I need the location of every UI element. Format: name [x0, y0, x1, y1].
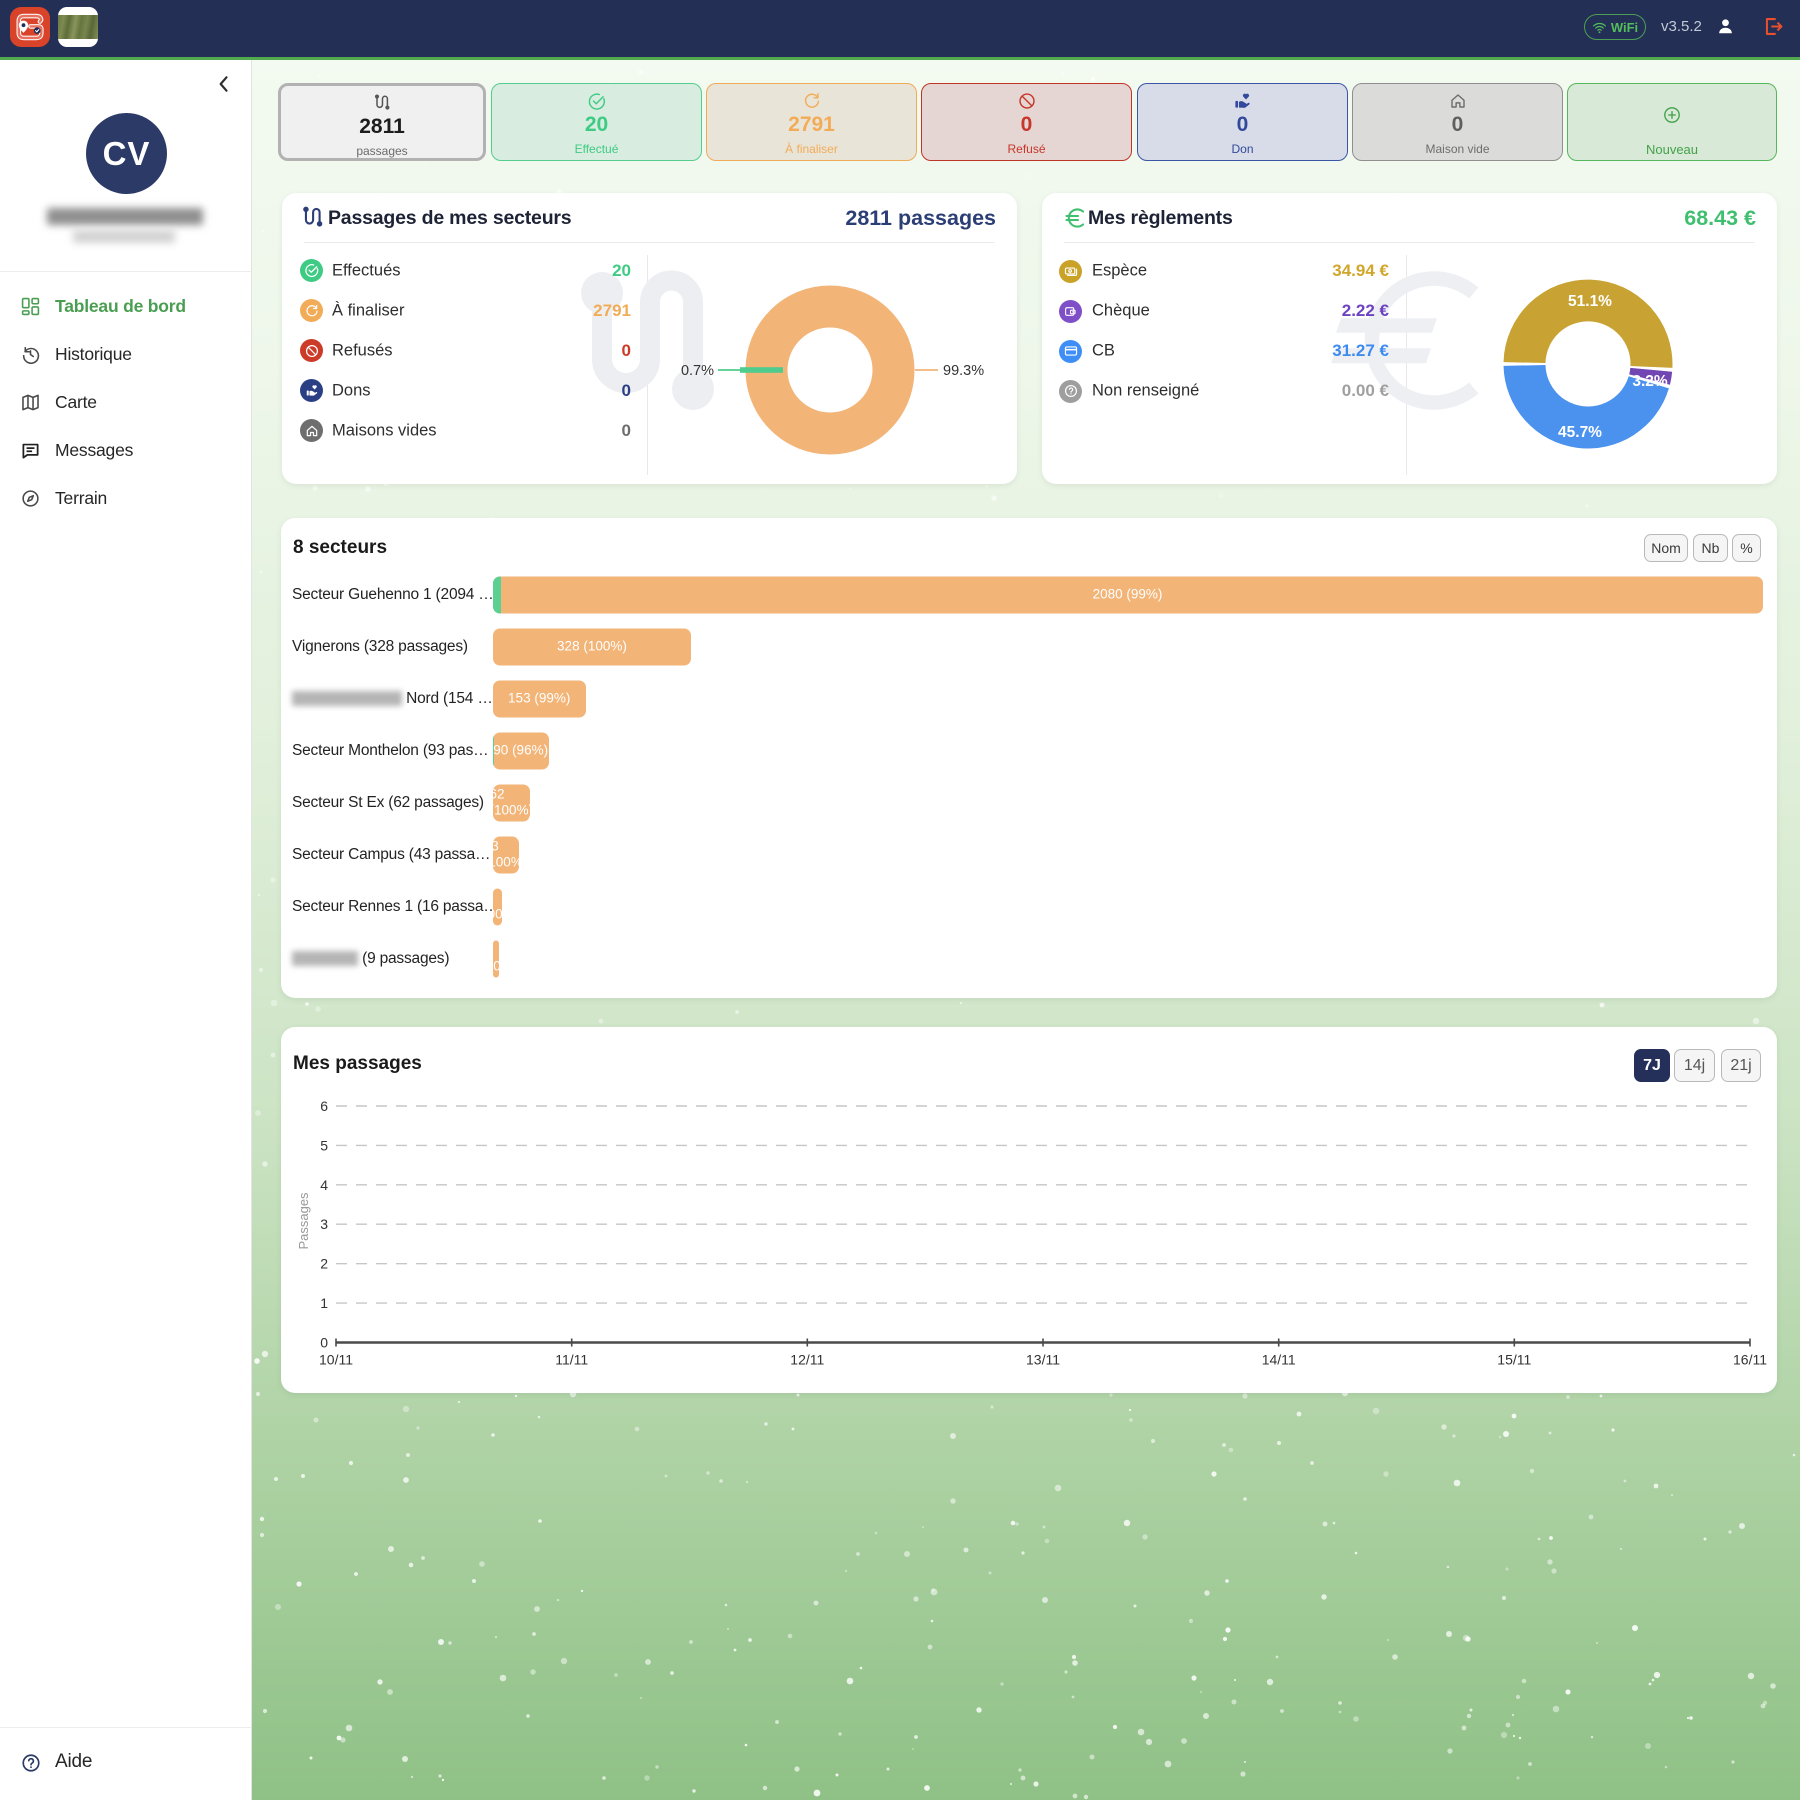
svg-text:10/11: 10/11 [319, 1352, 353, 1368]
svg-text:45.7%: 45.7% [1558, 424, 1602, 441]
svg-text:15/11: 15/11 [1497, 1352, 1531, 1368]
svg-text:3.2%: 3.2% [1632, 373, 1668, 390]
svg-text:3: 3 [320, 1216, 328, 1232]
svg-text:0: 0 [320, 1335, 328, 1351]
svg-text:0.7%: 0.7% [681, 363, 714, 379]
svg-text:16/11: 16/11 [1733, 1352, 1767, 1368]
svg-text:13/11: 13/11 [1026, 1352, 1060, 1368]
svg-text:Passages: Passages [296, 1192, 311, 1250]
svg-text:4: 4 [320, 1177, 328, 1193]
svg-text:51.1%: 51.1% [1568, 293, 1612, 310]
svg-text:1: 1 [320, 1295, 328, 1311]
svg-text:14/11: 14/11 [1262, 1352, 1296, 1368]
svg-text:2: 2 [320, 1256, 328, 1272]
svg-text:5: 5 [320, 1137, 328, 1153]
svg-text:99.3%: 99.3% [943, 363, 984, 379]
svg-text:6: 6 [320, 1098, 328, 1114]
svg-text:11/11: 11/11 [555, 1352, 588, 1368]
svg-text:12/11: 12/11 [790, 1352, 824, 1368]
